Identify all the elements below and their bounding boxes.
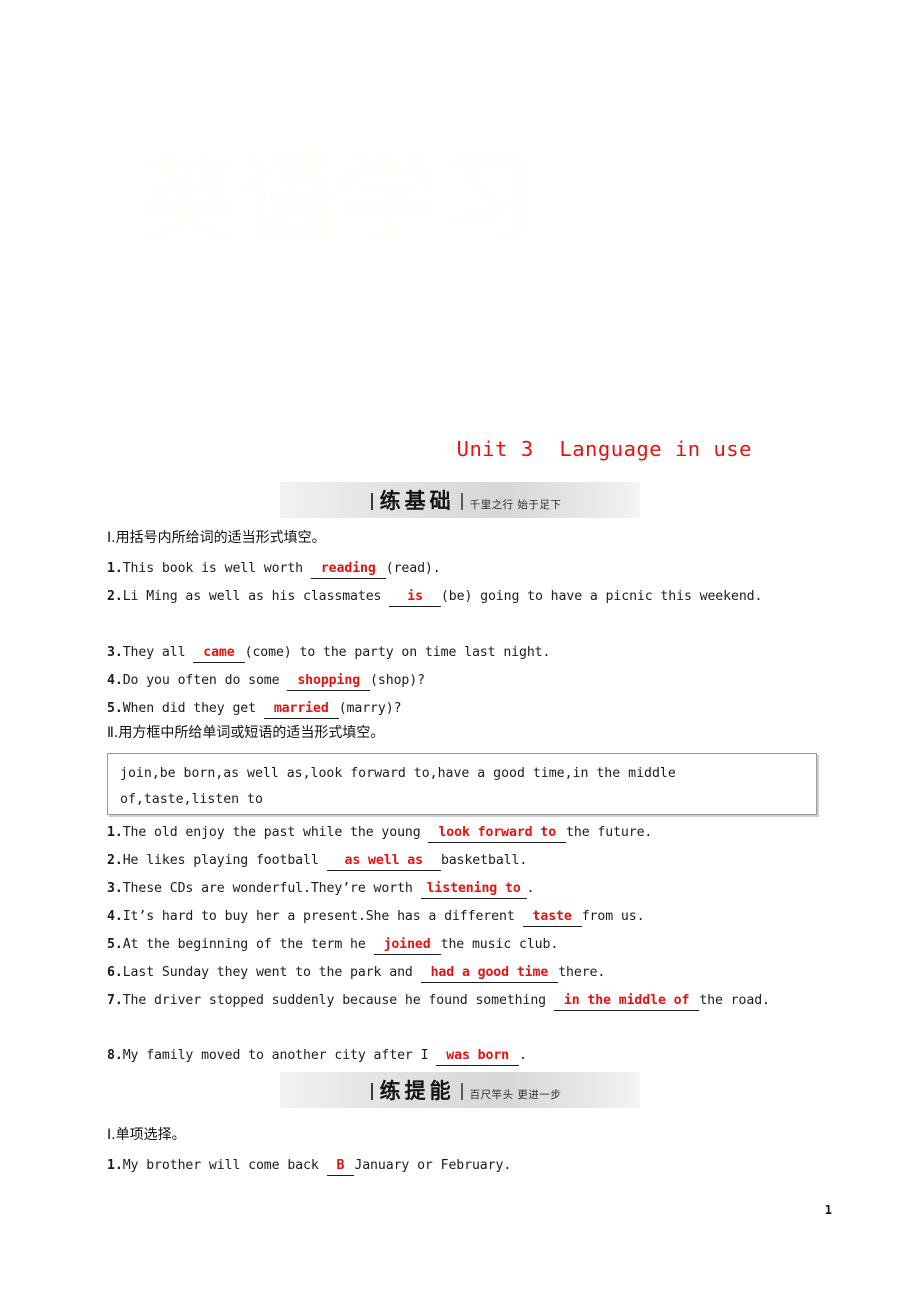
worksheet-page: 英语学习 Unit 3 Language in use 练基础 千里之行 始于足… [0,0,920,1302]
question-text-post: . [526,881,535,896]
question-2-8: 8.My family moved to another city after … [107,1042,819,1069]
answer-blank: as well as [326,853,441,871]
question-text-pre: The driver stopped suddenly because he f… [122,993,554,1008]
page-watermark: 英语学习 [140,144,540,256]
question-text-pre: Last Sunday they went to the park and [122,965,421,980]
question-1-5: 5.When did they get married (marry)? [107,695,819,722]
section-banner-basics: 练基础 千里之行 始于足下 [280,482,640,518]
question-number: 1. [107,561,123,576]
section-banner-advanced: 练提能 百尺竿头 更进一步 [280,1072,640,1108]
answer-blank: look forward to [428,825,567,843]
question-text-pre: Do you often do some [122,673,288,688]
question-text-pre: My brother will come back [122,1158,327,1173]
answer-blank: had a good time [420,965,559,983]
question-1-4: 4.Do you often do some shopping (shop)? [107,667,819,694]
answer-blank: shopping [287,673,371,691]
question-number: 5. [107,701,123,716]
question-text-pre: When did they get [122,701,264,716]
question-text-post: basketball. [440,853,528,868]
question-1-2: 2.Li Ming as well as his classmates is (b… [107,583,819,610]
question-text-pre: Li Ming as well as his classmates [122,589,390,604]
answer-blank: came [193,645,245,663]
page-number: 1 [824,1203,832,1217]
question-number: 5. [107,937,123,952]
unit-title: Unit 3 Language in use [456,437,752,461]
banner-title-advanced: 练提能 [379,1079,455,1103]
question-2-3: 3.These CDs are wonderful.They’re worth … [107,875,819,902]
question-3-1: 1.My brother will come back B January or … [107,1152,819,1179]
question-2-6: 6.Last Sunday they went to the park and … [107,959,819,986]
question-number: 1. [107,825,123,840]
question-text-pre: At the beginning of the term he [122,937,374,952]
question-text-post: (marry)? [338,701,402,716]
question-text-pre: The old enjoy the past while the young [122,825,429,840]
question-number: 1. [107,1158,123,1173]
part-heading-2: Ⅱ.用方框中所给单词或短语的适当形式填空。 [107,725,385,741]
question-text-post: (read). [385,561,441,576]
question-2-7: 7.The driver stopped suddenly because he… [107,987,819,1014]
question-text-post: (come) to the party on time last night. [244,645,551,660]
question-number: 7. [107,993,123,1008]
question-1-3: 3.They all came (come) to the party on ti… [107,639,819,666]
question-text-post: the future. [566,825,653,840]
answer-blank: is [389,589,441,607]
question-2-4: 4.It’s hard to buy her a present.She has… [107,903,819,930]
answer-blank: joined [373,937,441,955]
answer-blank: B [326,1158,355,1176]
question-text-post: from us. [581,909,645,924]
banner-title-basics: 练基础 [379,489,455,513]
question-text-post: there. [558,965,606,980]
question-number: 3. [107,881,123,896]
answer-blank: married [263,701,339,719]
question-2-5: 5.At the beginning of the term he joined… [107,931,819,958]
question-text-pre: He likes playing football [122,853,327,868]
question-number: 2. [107,853,123,868]
answer-blank: taste [522,909,582,927]
question-text-pre: It’s hard to buy her a present.She has a… [122,909,523,924]
question-number: 3. [107,645,123,660]
question-number: 8. [107,1048,123,1063]
question-text-post: January or February. [354,1158,512,1173]
banner-bar-right [460,1083,463,1100]
banner-bar-right [460,493,463,510]
question-text-pre: My family moved to another city after I [122,1048,437,1063]
question-text-pre: These CDs are wonderful.They’re worth [122,881,421,896]
question-text-post: the road. [699,993,770,1008]
question-number: 4. [107,673,123,688]
banner-subtitle-advanced: 百尺竿头 更进一步 [469,1089,562,1101]
word-bank-text: join,be born,as well as,look forward to,… [120,766,676,807]
question-text-post: . [519,1048,527,1063]
part-heading-1: Ⅰ.用括号内所给词的适当形式填空。 [107,530,326,546]
question-text-post: the music club. [440,937,559,952]
question-text-pre: They all [122,645,194,660]
question-text-pre: This book is well worth [122,561,311,576]
answer-blank: was born [436,1048,519,1066]
question-text-post: (shop)? [370,673,425,688]
question-2-1: 1.The old enjoy the past while the young… [107,819,819,846]
question-number: 2. [107,589,123,604]
question-number: 4. [107,909,123,924]
answer-blank: reading [310,561,386,579]
banner-subtitle-basics: 千里之行 始于足下 [469,499,562,511]
answer-blank: in the middle of [553,993,700,1011]
banner-bar-left [370,493,373,510]
question-text-post: (be) going to have a picnic this weekend… [440,589,763,604]
part-heading-3: Ⅰ.单项选择。 [107,1127,186,1143]
question-2-2: 2.He likes playing football as well as ba… [107,847,819,874]
answer-blank: listening to [420,881,527,899]
word-bank-box: join,be born,as well as,look forward to,… [107,753,817,815]
banner-bar-left [370,1083,373,1100]
question-number: 6. [107,965,123,980]
question-1-1: 1.This book is well worth reading (read). [107,555,819,582]
